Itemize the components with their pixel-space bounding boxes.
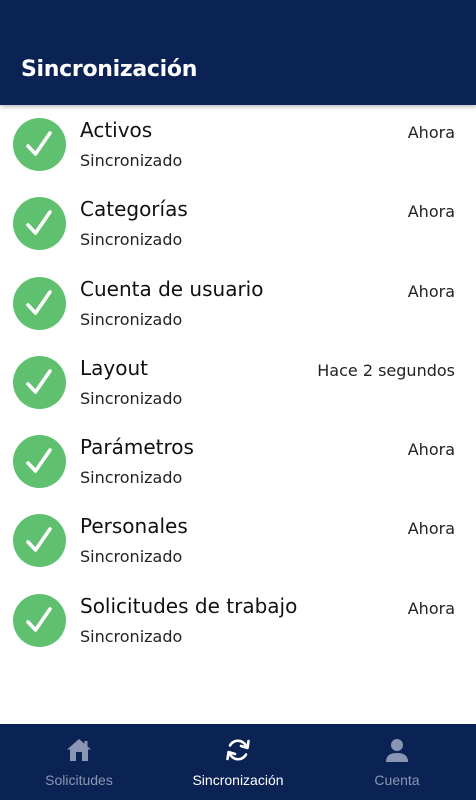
list-item[interactable]: Layout Sincronizado Hace 2 segundos bbox=[0, 343, 476, 422]
item-time: Ahora bbox=[407, 598, 455, 618]
item-title: Categorías bbox=[80, 197, 188, 222]
item-status: Sincronizado bbox=[80, 547, 183, 567]
item-status: Sincronizado bbox=[80, 230, 183, 250]
item-title: Activos bbox=[80, 118, 153, 142]
check-icon bbox=[13, 435, 66, 489]
page-title: Sincronización bbox=[21, 57, 198, 82]
item-time: Ahora bbox=[407, 440, 455, 460]
list-item[interactable]: Solicitudes de trabajo Sincronizado Ahor… bbox=[0, 581, 476, 660]
item-status: Sincronizado bbox=[80, 151, 183, 170]
item-title: Cuenta de usuario bbox=[80, 276, 264, 301]
item-title: Solicitudes de trabajo bbox=[80, 593, 298, 618]
nav-label: Solicitudes bbox=[45, 772, 113, 788]
check-icon bbox=[13, 276, 66, 330]
item-time: Ahora bbox=[407, 123, 455, 142]
nav-label: Cuenta bbox=[374, 772, 420, 788]
home-icon bbox=[65, 736, 93, 764]
item-time: Ahora bbox=[407, 281, 455, 301]
bottom-nav: Solicitudes Sincronización Cuenta bbox=[0, 724, 476, 800]
nav-item-cuenta[interactable]: Cuenta bbox=[318, 724, 476, 800]
nav-item-solicitudes[interactable]: Solicitudes bbox=[0, 724, 158, 800]
sync-list: Activos Sincronizado Ahora Categorías Si… bbox=[0, 105, 476, 660]
check-icon bbox=[13, 593, 66, 647]
item-time: Ahora bbox=[407, 202, 455, 222]
check-icon bbox=[13, 118, 66, 171]
item-title: Layout bbox=[80, 355, 148, 380]
item-status: Sincronizado bbox=[80, 468, 183, 488]
check-icon bbox=[13, 514, 66, 568]
list-item[interactable]: Cuenta de usuario Sincronizado Ahora bbox=[0, 264, 476, 343]
list-item[interactable]: Parámetros Sincronizado Ahora bbox=[0, 422, 476, 501]
list-item[interactable]: Activos Sincronizado Ahora bbox=[0, 105, 476, 184]
check-icon bbox=[13, 197, 66, 251]
item-title: Personales bbox=[80, 514, 188, 539]
item-time: Hace 2 segundos bbox=[317, 360, 455, 380]
person-icon bbox=[383, 736, 411, 764]
item-time: Ahora bbox=[407, 519, 455, 539]
item-status: Sincronizado bbox=[80, 388, 183, 408]
sync-icon bbox=[224, 736, 252, 764]
item-status: Sincronizado bbox=[80, 309, 183, 329]
app-header: Sincronización bbox=[0, 0, 476, 105]
nav-item-sincronizacion[interactable]: Sincronización bbox=[159, 724, 317, 800]
nav-label: Sincronización bbox=[192, 772, 284, 788]
list-item[interactable]: Personales Sincronizado Ahora bbox=[0, 501, 476, 580]
check-icon bbox=[13, 355, 66, 409]
item-status: Sincronizado bbox=[80, 626, 183, 646]
item-title: Parámetros bbox=[80, 435, 194, 460]
list-item[interactable]: Categorías Sincronizado Ahora bbox=[0, 184, 476, 263]
